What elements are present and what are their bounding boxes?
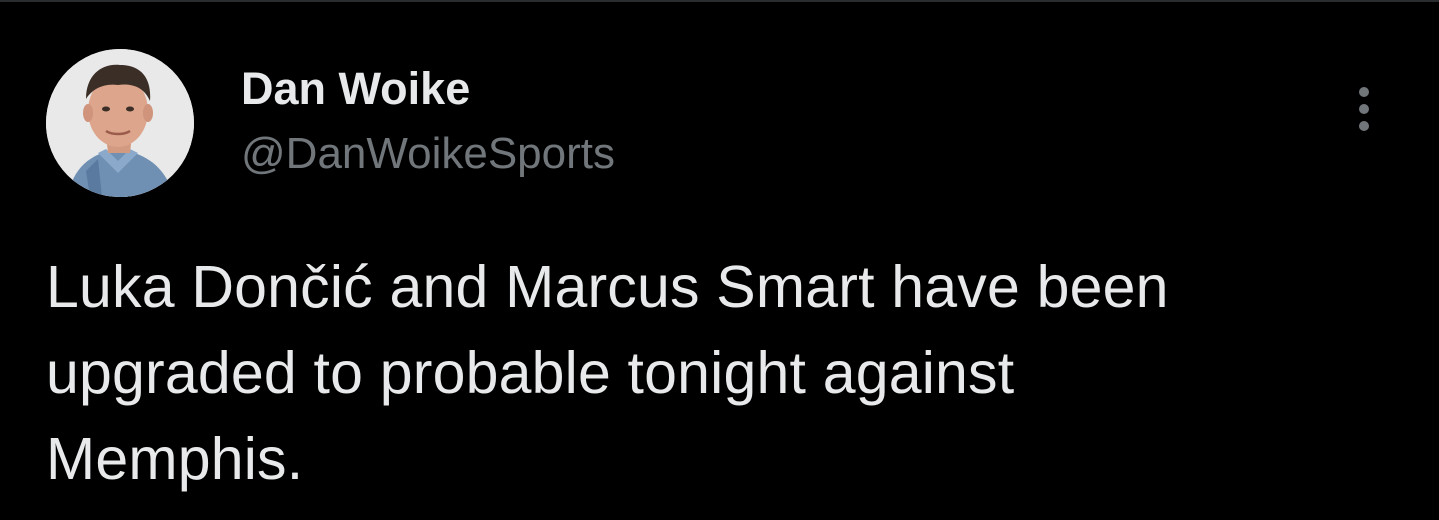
more-options-button[interactable] — [1344, 82, 1384, 138]
tweet-text: Luka Dončić and Marcus Smart have been u… — [46, 254, 1169, 492]
avatar[interactable] — [46, 49, 194, 197]
tweet-card: Dan Woike @DanWoikeSports Luka Dončić an… — [0, 0, 1439, 520]
author-display-name[interactable]: Dan Woike — [241, 60, 470, 118]
more-vertical-icon — [1359, 87, 1369, 131]
avatar-photo — [46, 49, 194, 197]
divider — [0, 0, 1439, 2]
author-handle[interactable]: @DanWoikeSports — [241, 126, 615, 182]
